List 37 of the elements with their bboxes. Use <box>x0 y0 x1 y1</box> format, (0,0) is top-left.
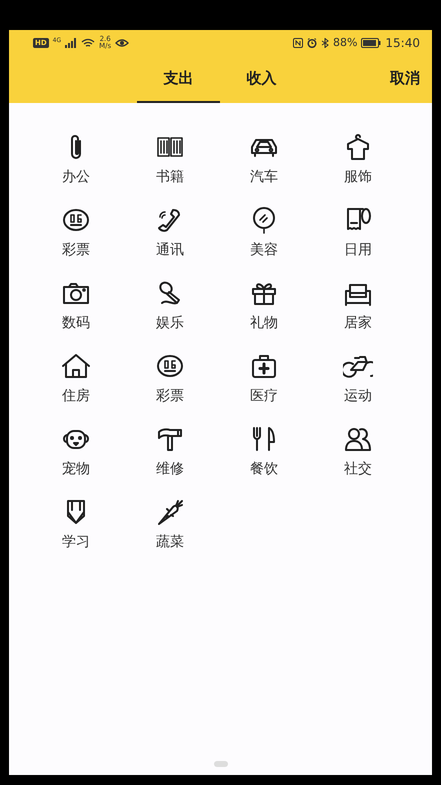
category-label[interactable]: 宠物 <box>62 459 90 479</box>
category-label[interactable]: 彩票 <box>62 240 90 260</box>
category-label[interactable]: 社交 <box>344 459 372 479</box>
category-label[interactable]: 书籍 <box>156 167 184 187</box>
cancel-button[interactable]: 取消 <box>390 56 420 101</box>
category-label[interactable]: 通讯 <box>156 240 184 260</box>
category-label[interactable]: 礼物 <box>250 313 278 333</box>
category-label[interactable]: 服饰 <box>344 167 372 187</box>
carrot-icon <box>155 497 185 527</box>
category-label[interactable]: 医疗 <box>250 386 278 406</box>
category-label[interactable]: 数码 <box>62 313 90 333</box>
category-label[interactable]: 娱乐 <box>156 313 184 333</box>
alarm-icon <box>306 38 317 48</box>
tab[interactable]: 收入 <box>220 56 303 103</box>
category-label[interactable]: 美容 <box>250 240 278 260</box>
battery-icon <box>361 38 382 48</box>
category-label[interactable]: 彩票 <box>156 386 184 406</box>
category-label[interactable]: 办公 <box>62 167 90 187</box>
category-label[interactable]: 蔬菜 <box>156 532 184 552</box>
nfc-icon <box>292 38 303 48</box>
wifi-icon <box>81 38 96 48</box>
eye-icon <box>115 38 130 48</box>
bluetooth-icon <box>320 38 329 48</box>
category-label[interactable]: 住房 <box>62 386 90 406</box>
category-label[interactable]: 日用 <box>344 240 372 260</box>
battery-percent: 88% <box>332 34 358 51</box>
category-label[interactable]: 运动 <box>344 386 372 406</box>
category-label[interactable]: 学习 <box>62 532 90 552</box>
clock-time: 15:40 <box>385 35 420 52</box>
home-indicator[interactable] <box>214 761 228 767</box>
tab[interactable]: 支出 <box>137 56 220 103</box>
signal-icon <box>65 38 78 48</box>
category-label[interactable]: 汽车 <box>250 167 278 187</box>
category-label[interactable]: 居家 <box>344 313 372 333</box>
house-icon <box>61 351 91 381</box>
category-label[interactable]: 维修 <box>156 459 184 479</box>
category-label[interactable]: 餐饮 <box>250 459 278 479</box>
